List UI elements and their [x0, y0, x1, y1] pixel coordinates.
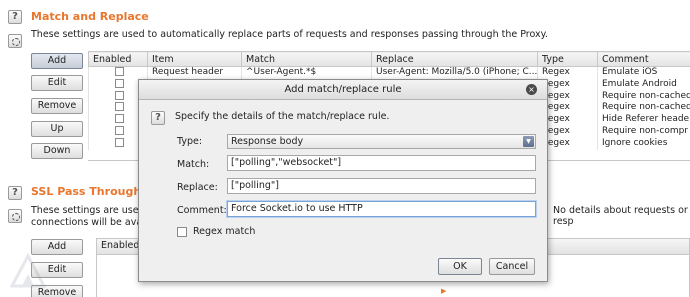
help-icon[interactable]: ?	[8, 10, 22, 24]
ok-button[interactable]: OK	[438, 258, 482, 275]
type-label: Type:	[177, 136, 203, 147]
comment-input[interactable]: Force Socket.io to use HTTP	[227, 201, 536, 217]
column-header-match[interactable]: Match	[241, 51, 372, 67]
column-header-enabled[interactable]: Enabled	[88, 51, 148, 67]
section-description-ssl-line1: These settings are used t	[31, 205, 152, 216]
remove-rule-button[interactable]: Remove	[31, 98, 83, 114]
gear-icon[interactable]	[8, 34, 22, 48]
row-comment: Emulate iOS	[597, 66, 690, 79]
section-title-ssl-pass-through: SSL Pass Through	[31, 185, 142, 198]
type-select-value: Response body	[231, 136, 304, 147]
add-match-replace-dialog: Add match/replace rule × ? Specify the d…	[138, 79, 548, 282]
enabled-checkbox[interactable]	[115, 102, 124, 112]
help-icon[interactable]: ?	[151, 111, 165, 125]
enabled-checkbox[interactable]	[115, 78, 124, 88]
type-select[interactable]: Response body ▼	[227, 134, 536, 149]
enabled-checkbox[interactable]	[115, 137, 124, 147]
comment-label: Comment:	[177, 205, 227, 216]
row-item: Request header	[147, 66, 242, 79]
row-comment: Require non-compr	[597, 125, 690, 138]
expand-arrow-icon[interactable]: ▶	[441, 287, 446, 295]
enabled-checkbox[interactable]	[115, 114, 124, 124]
section-description-ssl-right: No details about requests or resp	[553, 205, 688, 227]
match-label: Match:	[177, 159, 210, 170]
move-up-button[interactable]: Up	[31, 121, 83, 137]
row-comment: Require non-cached	[597, 90, 690, 103]
gear-icon[interactable]	[8, 209, 22, 223]
row-comment: Hide Referer heade	[597, 114, 690, 126]
edit-rule-button[interactable]: Edit	[31, 75, 83, 91]
section-title-match-replace: Match and Replace	[31, 10, 149, 23]
dialog-title: Add match/replace rule	[284, 84, 402, 95]
replace-label: Replace:	[177, 182, 218, 193]
row-replace: User-Agent: Mozilla/5.0 (iPhone; C...	[371, 66, 538, 79]
enabled-checkbox[interactable]	[115, 125, 124, 135]
row-comment: Require non-cached	[597, 102, 690, 115]
close-icon[interactable]: ×	[526, 84, 537, 95]
enabled-checkbox[interactable]	[115, 67, 124, 76]
cancel-button[interactable]: Cancel	[489, 258, 535, 275]
match-input[interactable]: ["polling","websocket"]	[227, 155, 536, 171]
section-description-match-replace: These settings are used to automatically…	[31, 29, 548, 40]
table-row[interactable]: Request header ^User-Agent.*$ User-Agent…	[88, 66, 690, 79]
chevron-down-icon[interactable]: ▼	[523, 136, 534, 147]
dialog-instruction: Specify the details of the match/replace…	[175, 111, 390, 122]
move-down-button[interactable]: Down	[31, 143, 83, 159]
row-comment: Emulate Android	[597, 78, 690, 91]
row-match: ^User-Agent.*$	[241, 66, 372, 79]
help-icon[interactable]: ?	[8, 186, 22, 200]
column-header-item[interactable]: Item	[147, 51, 242, 67]
row-type: Regex	[537, 66, 598, 79]
regex-match-label[interactable]: Regex match	[193, 226, 255, 237]
replace-input[interactable]: ["polling"]	[227, 178, 536, 194]
dialog-titlebar[interactable]: Add match/replace rule ×	[139, 80, 547, 100]
column-header-comment[interactable]: Comment	[597, 51, 690, 67]
add-rule-button[interactable]: Add	[31, 53, 83, 69]
regex-match-checkbox[interactable]	[177, 227, 187, 237]
row-comment: Ignore cookies	[597, 137, 690, 150]
section-description-ssl-line2: connections will be availa	[31, 217, 154, 228]
column-header-type[interactable]: Type	[537, 51, 598, 67]
enabled-checkbox[interactable]	[115, 90, 124, 100]
column-header-replace[interactable]: Replace	[371, 51, 538, 67]
